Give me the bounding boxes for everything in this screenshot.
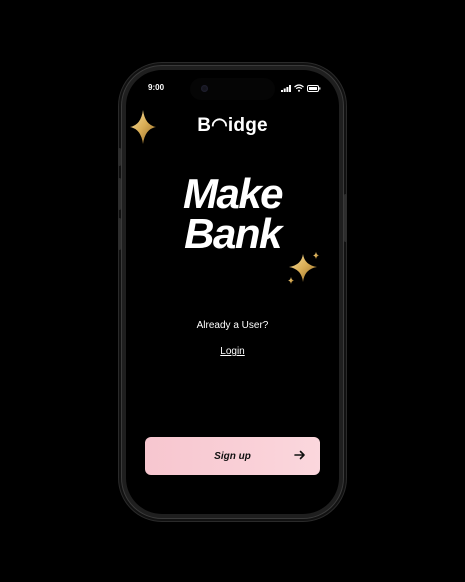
sparkle-cluster-icon [288,252,319,284]
dynamic-island [190,78,275,100]
phone-frame: 9:00 B◠idge Make Bank Already a User? Lo… [118,66,347,518]
headline-line-1: Make [182,170,284,217]
signal-icon [281,84,291,92]
status-time: 9:00 [148,83,165,92]
stage: 9:00 B◠idge Make Bank Already a User? Lo… [0,0,465,582]
signup-label: Sign up [214,450,251,462]
already-user-prompt: Already a User? [196,320,269,331]
headline: Make Bank [126,170,339,257]
power-button [344,194,347,242]
front-camera [201,85,208,92]
headline-line-2: Bank [184,210,282,257]
signup-button[interactable]: Sign up [145,437,320,475]
status-icons [281,84,321,92]
mute-switch [118,148,121,166]
volume-up-button [118,178,121,210]
sparkle-icon [130,110,156,144]
volume-down-button [118,218,121,250]
battery-icon [307,84,321,92]
phone-screen: 9:00 B◠idge Make Bank Already a User? Lo… [126,70,339,514]
login-link[interactable]: Login [126,346,339,357]
wifi-icon [294,84,304,92]
arrow-right-icon [294,450,305,460]
